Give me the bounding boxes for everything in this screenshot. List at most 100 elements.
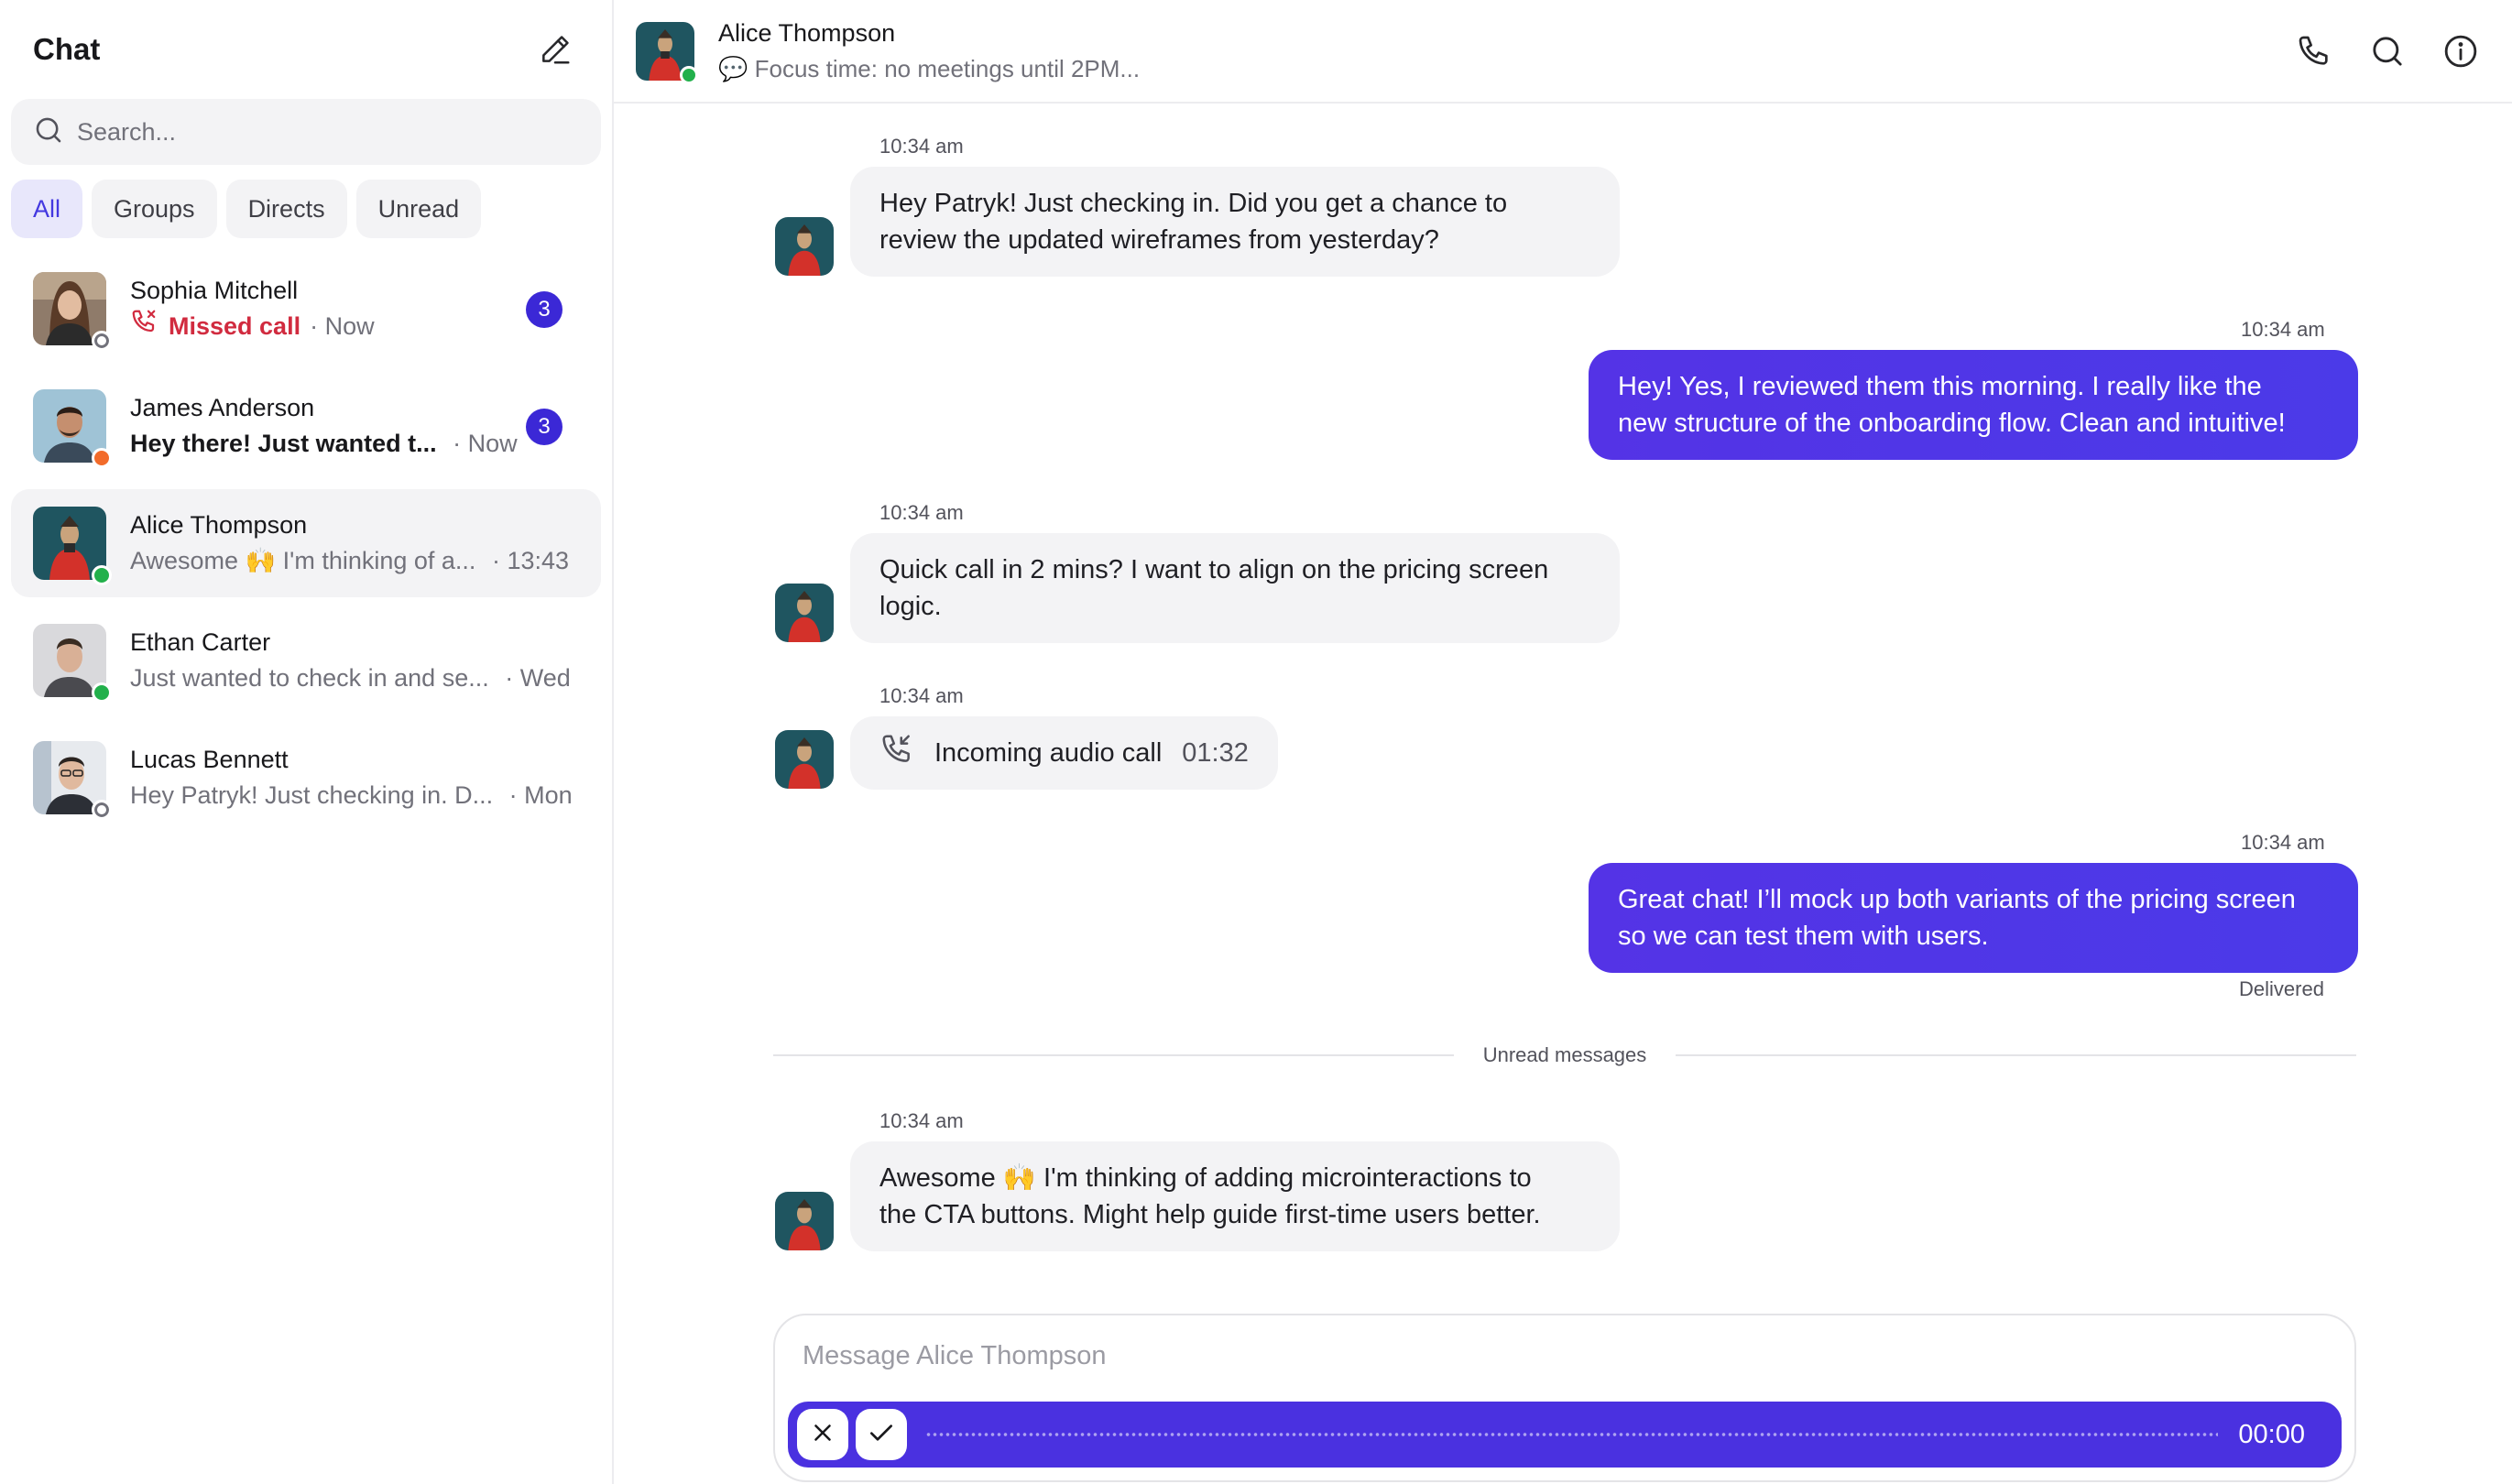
chat-item-alice-thompson[interactable]: Alice Thompson Awesome 🙌 I'm thinking of… (11, 489, 601, 597)
message-avatar (775, 1192, 834, 1250)
chat-preview-text: Awesome 🙌 I'm thinking of a... (130, 547, 476, 574)
contact-status: 💬 Focus time: no meetings until 2PM... (718, 54, 1141, 82)
filter-unread[interactable]: Unread (355, 180, 482, 238)
chat-time: · Mon (502, 781, 573, 809)
call-bubble[interactable]: Incoming audio call 01:32 (850, 716, 1278, 790)
unread-badge: 3 (526, 409, 562, 445)
call-duration: 01:32 (1182, 737, 1249, 768)
search-input[interactable] (77, 117, 535, 147)
message-timestamp: 10:34 am (879, 135, 964, 158)
compose-icon[interactable] (531, 26, 579, 73)
incoming-call-icon (879, 732, 934, 774)
missed-call-label: Missed call (169, 312, 301, 340)
delivery-receipt: Delivered (2239, 977, 2324, 1000)
search-icon (33, 115, 64, 150)
message-composer: 00:00 (773, 1314, 2356, 1482)
message-line: Hey Patryk! Just checking in. Did you ge… (879, 189, 1508, 218)
conversation-header: Alice Thompson 💬 Focus time: no meetings… (614, 0, 2512, 104)
chat-item-james-anderson[interactable]: James Anderson Hey there! Just wanted t.… (11, 372, 601, 480)
chat-preview: Hey there! Just wanted t... · Now (130, 425, 579, 462)
chat-preview-text: Just wanted to check in and se... (130, 664, 489, 692)
conversation-pane: Alice Thompson 💬 Focus time: no meetings… (614, 0, 2512, 1484)
sidebar: Chat All Groups Directs Unread (0, 0, 614, 1484)
status-online-dot (680, 65, 698, 84)
message-line: logic. (879, 592, 942, 621)
message-input[interactable] (803, 1341, 2177, 1371)
message-bubble-incoming: Hey Patryk! Just checking in. Did you ge… (850, 167, 1620, 277)
sidebar-title: Chat (33, 32, 101, 66)
search-box[interactable] (11, 99, 601, 165)
chat-text: Alice Thompson Awesome 🙌 I'm thinking of… (130, 507, 579, 579)
chat-text: Ethan Carter Just wanted to check in and… (130, 625, 579, 696)
message-avatar (775, 217, 834, 276)
status-away-dot (92, 448, 112, 468)
chat-time-value: Now (324, 312, 375, 340)
chat-name: James Anderson (130, 394, 315, 421)
info-icon[interactable] (2437, 27, 2485, 75)
avatar (33, 272, 112, 351)
chat-name: Ethan Carter (130, 628, 271, 656)
status-offline-dot (92, 331, 112, 351)
chat-preview: Hey Patryk! Just checking in. D... · Mon (130, 777, 579, 813)
phone-icon[interactable] (2290, 27, 2338, 75)
chat-item-lucas-bennett[interactable]: Lucas Bennett Hey Patryk! Just checking … (11, 724, 601, 832)
chat-preview: Missed call · Now (130, 308, 579, 345)
chat-preview-text: Hey Patryk! Just checking in. D... (130, 781, 494, 809)
message-line: new structure of the onboarding flow. Cl… (1618, 409, 2286, 438)
contact-info: Alice Thompson 💬 Focus time: no meetings… (718, 16, 1140, 87)
message-line: Quick call in 2 mins? I want to align on… (879, 555, 1549, 584)
chat-item-sophia-mitchell[interactable]: Sophia Mitchell Missed call · Now 3 (11, 255, 601, 363)
chat-text: Lucas Bennett Hey Patryk! Just checking … (130, 742, 579, 813)
message-line: review the updated wireframes from yeste… (879, 225, 1439, 255)
message-line: the CTA buttons. Might help guide first-… (879, 1200, 1541, 1229)
avatar (33, 507, 112, 585)
contact-avatar[interactable] (636, 21, 698, 84)
search-icon[interactable] (2364, 27, 2411, 75)
filter-groups[interactable]: Groups (92, 180, 217, 238)
audio-waveform (925, 1432, 2219, 1437)
avatar (33, 389, 112, 468)
chat-time-value: Now (467, 430, 518, 457)
message-avatar (775, 730, 834, 789)
cancel-recording-button[interactable] (797, 1409, 848, 1460)
filter-all[interactable]: All (11, 180, 83, 238)
chat-text: Sophia Mitchell Missed call · Now (130, 273, 579, 345)
chat-app: Chat All Groups Directs Unread (0, 0, 2512, 1484)
message-timestamp: 10:34 am (879, 501, 964, 524)
unread-label: Unread messages (1482, 1043, 1647, 1066)
sidebar-header: Chat (0, 0, 612, 99)
header-actions (2290, 27, 2485, 75)
close-icon (809, 1419, 836, 1451)
status-online-dot (92, 565, 112, 585)
message-line: so we can test them with users. (1618, 922, 1989, 951)
chat-name: Alice Thompson (130, 511, 308, 539)
chat-name: Lucas Bennett (130, 746, 289, 773)
chat-preview-text: Hey there! Just wanted t... (130, 430, 437, 457)
contact-name: Alice Thompson (718, 18, 896, 47)
chat-name: Sophia Mitchell (130, 276, 299, 304)
status-online-dot (92, 682, 112, 703)
missed-call-icon (130, 308, 169, 345)
call-label: Incoming audio call (934, 737, 1163, 768)
confirm-recording-button[interactable] (856, 1409, 907, 1460)
chat-time: · Wed (497, 664, 571, 692)
message-list: 10:34 am Hey Patryk! Just checking in. D… (614, 105, 2512, 1296)
message-timestamp: 10:34 am (2241, 831, 2325, 854)
chat-item-ethan-carter[interactable]: Ethan Carter Just wanted to check in and… (11, 606, 601, 715)
voice-recorder: 00:00 (788, 1402, 2342, 1468)
divider-line (773, 1054, 1454, 1056)
filter-tabs: All Groups Directs Unread (0, 180, 612, 238)
chat-time: · Now (445, 430, 518, 457)
unread-badge: 3 (526, 291, 562, 328)
chat-time-value: Wed (519, 664, 571, 692)
message-timestamp: 10:34 am (879, 1109, 964, 1132)
chat-preview: Just wanted to check in and se... · Wed (130, 660, 579, 696)
avatar (33, 624, 112, 703)
message-avatar (775, 584, 834, 642)
filter-directs[interactable]: Directs (225, 180, 347, 238)
message-bubble-outgoing: Hey! Yes, I reviewed them this morning. … (1589, 350, 2358, 460)
chat-text: James Anderson Hey there! Just wanted t.… (130, 390, 579, 462)
message-line: Awesome 🙌 I'm thinking of adding microin… (879, 1163, 1532, 1193)
unread-divider: Unread messages (773, 1042, 2357, 1069)
chat-time-value: Mon (524, 781, 573, 809)
